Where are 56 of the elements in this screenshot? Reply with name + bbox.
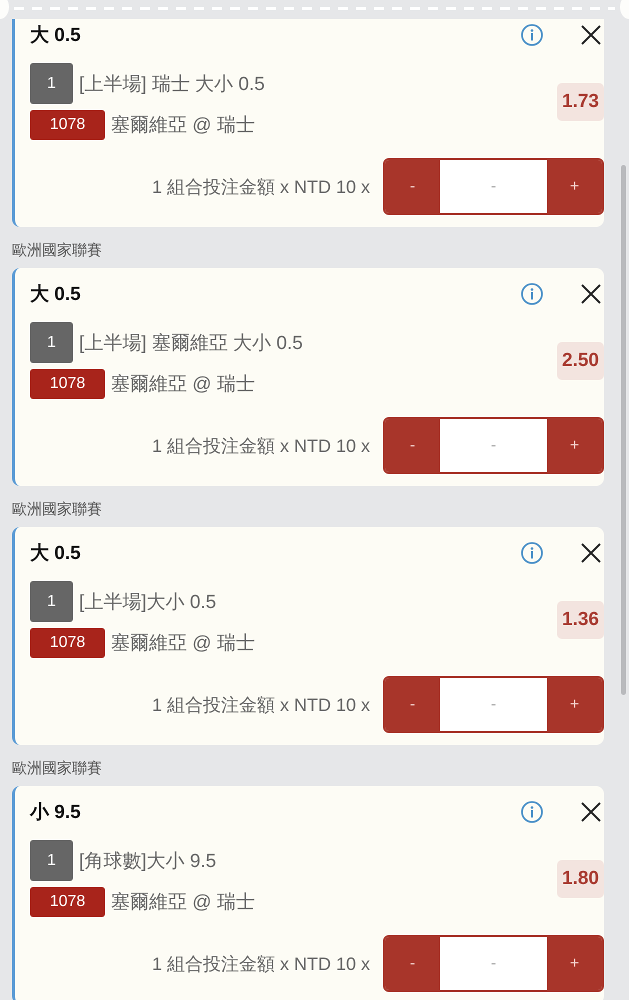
stake-label: 1 組合投注金額 x NTD 10 x xyxy=(152,694,370,716)
leg-number: 1 xyxy=(30,581,73,622)
stake-label: 1 組合投注金額 x NTD 10 x xyxy=(152,434,370,458)
match-name: 塞爾維亞 @ 瑞士 xyxy=(111,114,255,138)
increase-button[interactable]: + xyxy=(547,937,602,990)
close-icon[interactable] xyxy=(580,801,602,823)
market-name: [角球數]大小 9.5 xyxy=(79,850,216,874)
increase-button[interactable]: + xyxy=(547,160,602,213)
stake-label: 1 組合投注金額 x NTD 10 x xyxy=(152,176,370,198)
market-name: [上半場]大小 0.5 xyxy=(79,590,216,614)
stake-stepper[interactable]: - - + xyxy=(383,158,604,215)
bet-title: 大 0.5 xyxy=(30,542,81,566)
bet-title: 大 0.5 xyxy=(30,24,81,48)
bet-title: 大 0.5 xyxy=(30,283,81,307)
odds[interactable]: 1.80 xyxy=(557,860,604,898)
leg-number: 1 xyxy=(30,322,73,363)
info-icon[interactable] xyxy=(520,23,544,47)
market-name: [上半場] 塞爾維亞 大小 0.5 xyxy=(79,332,303,356)
match-id: 1078 xyxy=(30,369,105,399)
odds[interactable]: 2.50 xyxy=(557,342,604,380)
close-icon[interactable] xyxy=(580,24,602,46)
odds[interactable]: 1.73 xyxy=(557,82,604,120)
increase-button[interactable]: + xyxy=(547,419,602,472)
market-name: [上半場] 瑞士 大小 0.5 xyxy=(79,72,265,96)
stake-input[interactable]: - xyxy=(440,678,547,731)
scrollbar[interactable] xyxy=(621,165,626,695)
stake-label: 1 組合投注金額 x NTD 10 x xyxy=(152,952,370,976)
match-id: 1078 xyxy=(30,887,105,917)
leg-number: 1 xyxy=(30,840,73,881)
league-name: 歐洲國家聯賽 xyxy=(12,241,103,261)
stake-input[interactable]: - xyxy=(440,937,547,990)
league-name: 歐洲國家聯賽 xyxy=(12,500,103,520)
league-name: 歐洲國家聯賽 xyxy=(12,759,103,779)
decrease-button[interactable]: - xyxy=(385,937,440,990)
match-name: 塞爾維亞 @ 瑞士 xyxy=(111,373,255,397)
close-icon[interactable] xyxy=(580,283,602,305)
leg-number: 1 xyxy=(30,63,73,104)
match-name: 塞爾維亞 @ 瑞士 xyxy=(111,632,255,656)
match-name: 塞爾維亞 @ 瑞士 xyxy=(111,891,255,915)
stake-stepper[interactable]: - - + xyxy=(383,676,604,733)
stake-input[interactable]: - xyxy=(440,160,547,213)
match-id: 1078 xyxy=(30,628,105,658)
odds[interactable]: 1.36 xyxy=(557,600,604,638)
decrease-button[interactable]: - xyxy=(385,678,440,731)
close-icon[interactable] xyxy=(580,542,602,564)
stake-stepper[interactable]: - - + xyxy=(383,417,604,474)
decrease-button[interactable]: - xyxy=(385,160,440,213)
match-id: 1078 xyxy=(30,110,105,140)
increase-button[interactable]: + xyxy=(547,678,602,731)
decrease-button[interactable]: - xyxy=(385,419,440,472)
stake-stepper[interactable]: - - + xyxy=(383,935,604,992)
stake-input[interactable]: - xyxy=(440,419,547,472)
bet-title: 小 9.5 xyxy=(30,801,81,825)
info-icon[interactable] xyxy=(520,282,544,306)
info-icon[interactable] xyxy=(520,541,544,565)
info-icon[interactable] xyxy=(520,800,544,824)
